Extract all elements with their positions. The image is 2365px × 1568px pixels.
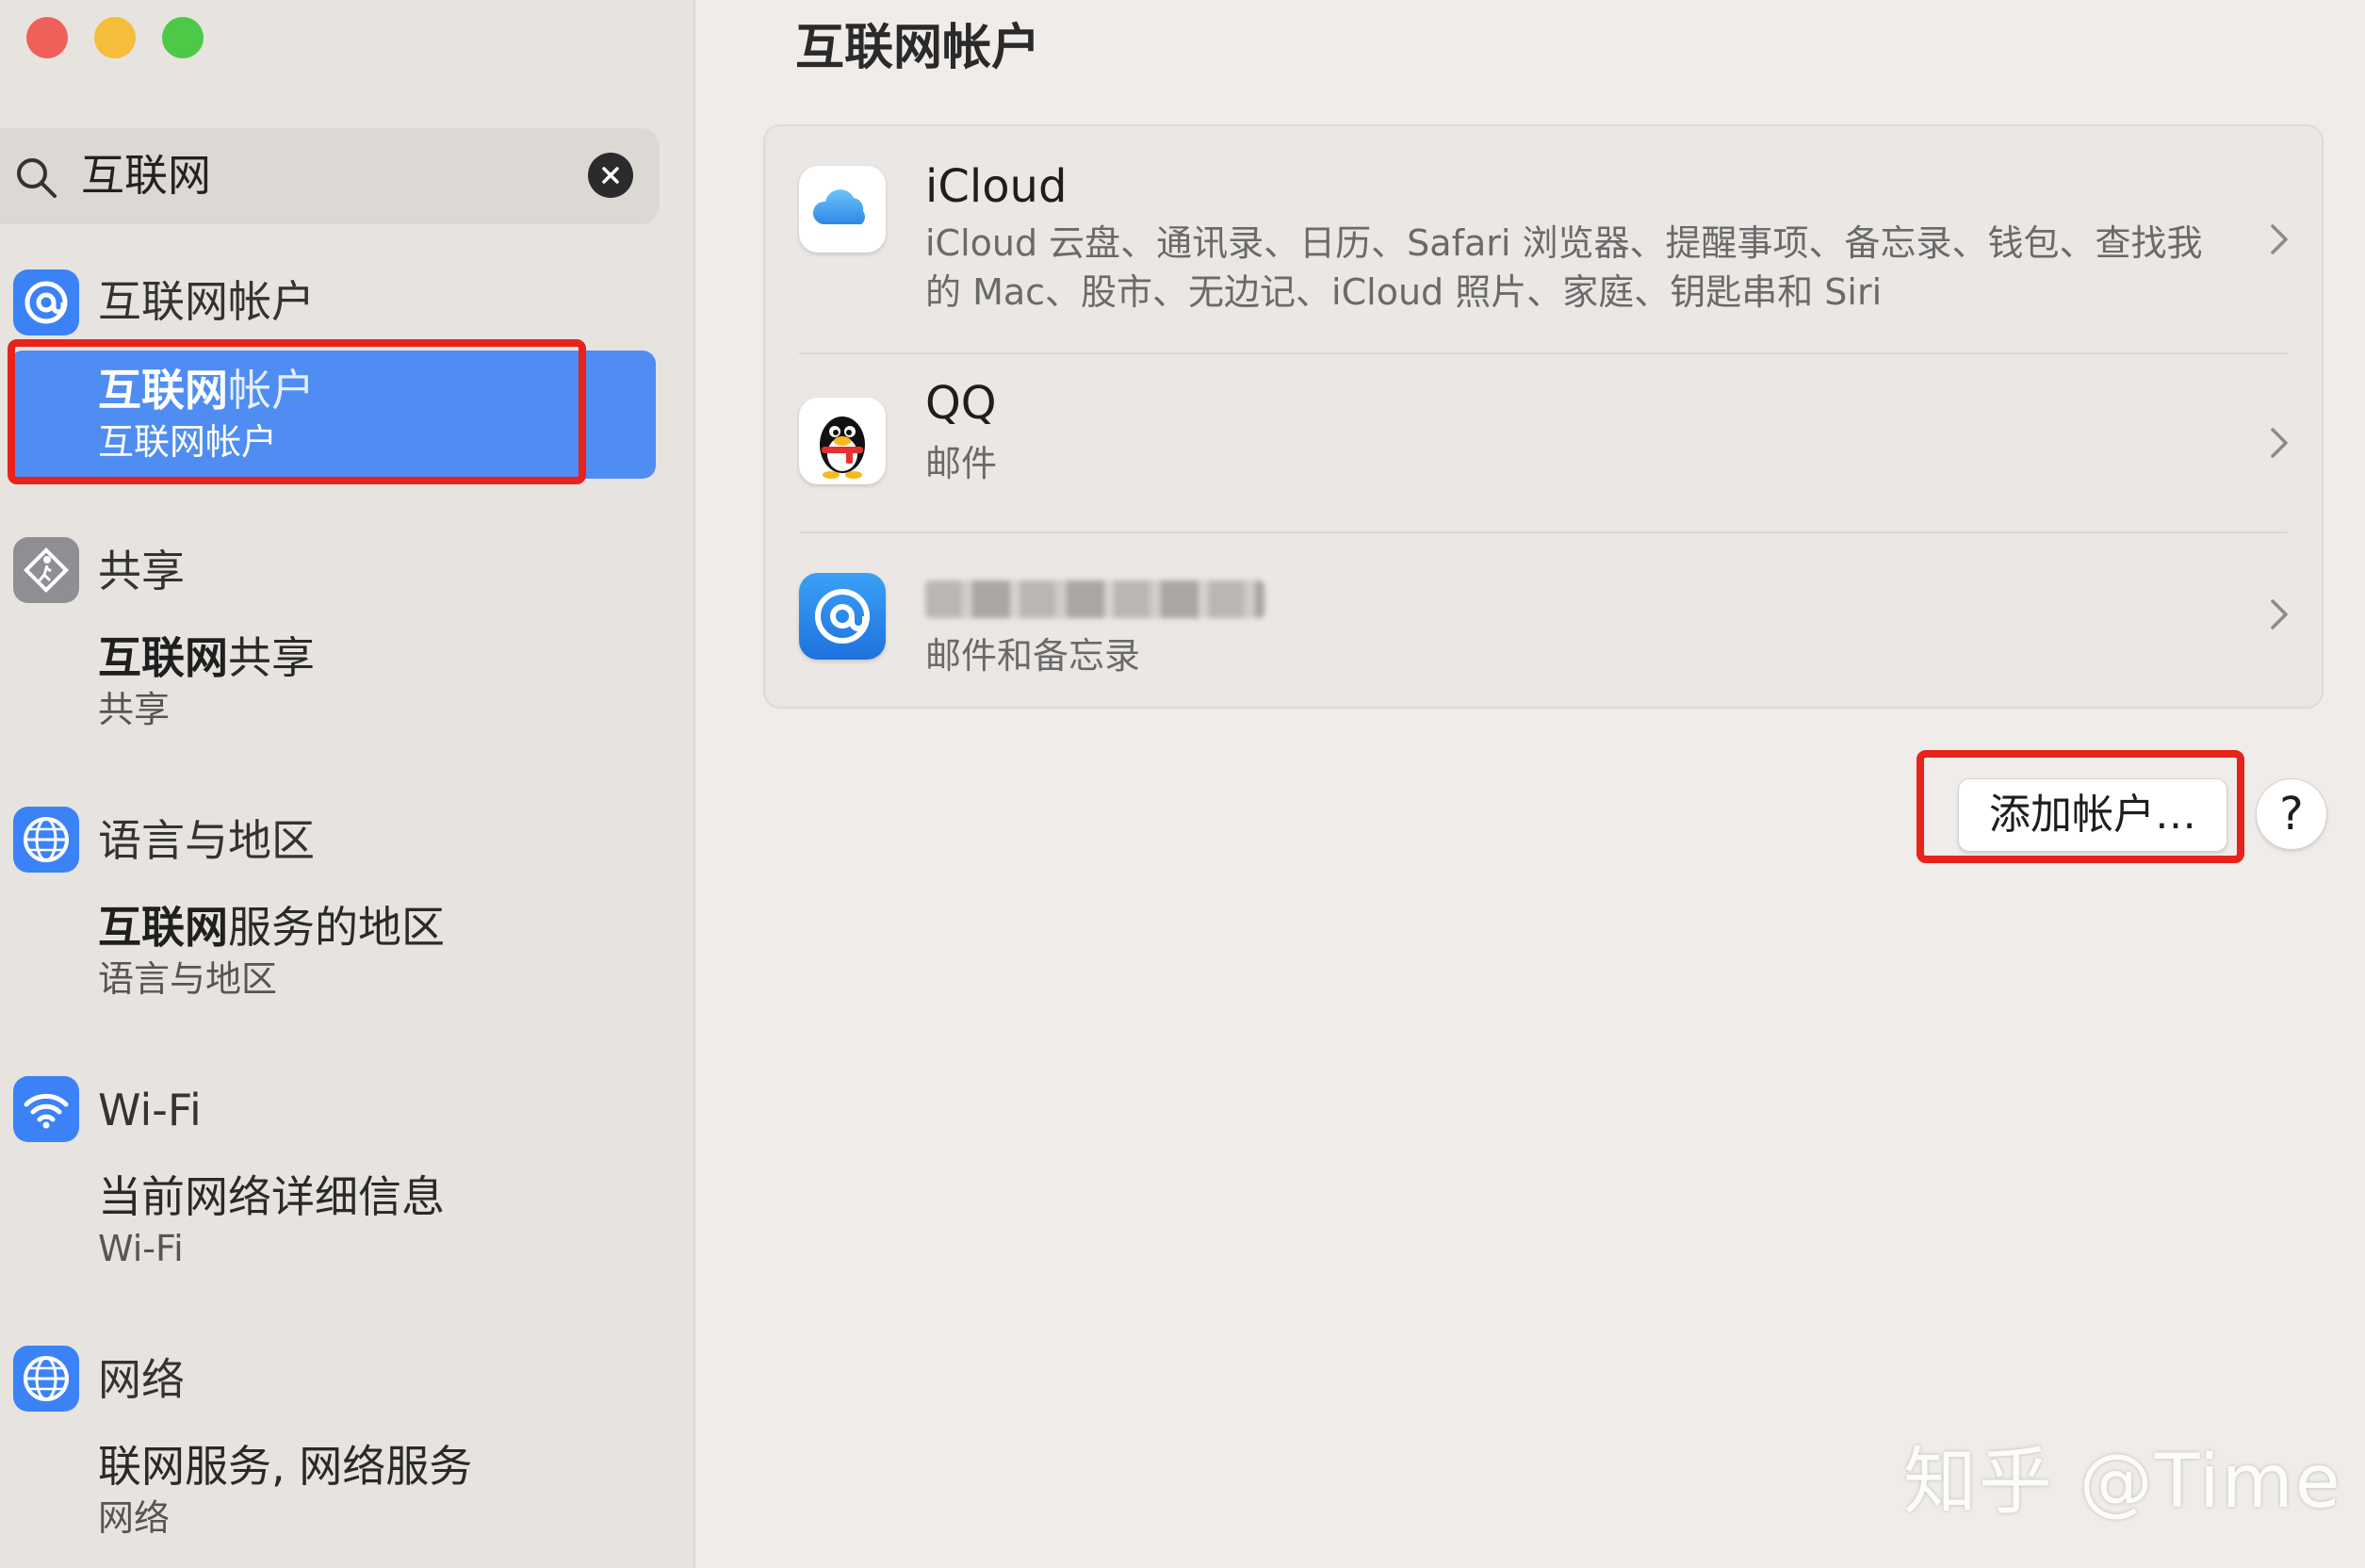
section-title-internet-accounts: 互联网帐户 — [98, 276, 315, 327]
at-icon — [13, 270, 79, 335]
account-description: iCloud 云盘、通讯录、日历、Safari 浏览器、提醒事项、备忘录、钱包、… — [925, 222, 2203, 313]
sidebar-item-current-network-details[interactable]: 当前网络详细信息 — [98, 1170, 445, 1223]
result-subtitle: 共享 — [98, 689, 171, 730]
clear-icon[interactable] — [588, 153, 633, 198]
red-highlight-box — [8, 339, 586, 484]
minimize-window-button[interactable] — [94, 17, 136, 58]
chevron-right-icon — [2271, 599, 2288, 629]
section-title-sharing: 共享 — [98, 546, 185, 596]
account-name: QQ — [925, 377, 997, 430]
account-row-mail[interactable]: 邮件和备忘录 — [765, 533, 2322, 709]
sidebar-item-network-services[interactable]: 联网服务, 网络服务 — [98, 1440, 472, 1493]
close-window-button[interactable] — [26, 17, 68, 58]
account-row-qq[interactable]: QQ 邮件 — [765, 354, 2322, 531]
search-field[interactable]: 互联网 — [0, 128, 660, 224]
zoom-window-button[interactable] — [162, 17, 204, 58]
qq-penguin-icon — [799, 398, 886, 484]
watermark: 知乎 @Time — [1903, 1440, 2342, 1525]
sharing-icon — [13, 537, 79, 603]
chevron-right-icon — [2271, 428, 2288, 458]
red-highlight-box — [1916, 750, 2244, 863]
section-title-wifi: Wi-Fi — [98, 1085, 202, 1135]
search-icon — [17, 158, 57, 198]
result-subtitle: 网络 — [98, 1497, 171, 1539]
help-button[interactable]: ? — [2256, 778, 2327, 850]
accounts-list: iCloud iCloud 云盘、通讯录、日历、Safari 浏览器、提醒事项、… — [763, 124, 2324, 709]
account-row-icloud[interactable]: iCloud iCloud 云盘、通讯录、日历、Safari 浏览器、提醒事项、… — [765, 126, 2322, 352]
account-name: iCloud — [925, 160, 1068, 213]
sidebar-item-internet-sharing[interactable]: 互联网共享 — [98, 631, 315, 684]
chevron-right-icon — [2271, 224, 2288, 254]
page-title: 互联网帐户 — [795, 20, 1041, 76]
result-subtitle: 语言与地区 — [98, 958, 278, 1000]
search-input[interactable]: 互联网 — [81, 147, 211, 204]
section-title-language-region: 语言与地区 — [98, 815, 315, 866]
sidebar: 互联网 互联网帐户 互联网帐户 互联网帐户 共享 互联网共享 共享 语言与地区 … — [0, 0, 695, 1568]
wifi-icon — [13, 1076, 79, 1142]
section-title-network: 网络 — [98, 1354, 185, 1405]
network-globe-icon — [13, 1346, 79, 1412]
account-description: 邮件 — [925, 443, 998, 484]
redacted-account-name — [925, 580, 1264, 618]
at-mail-icon — [799, 573, 886, 660]
globe-icon — [13, 807, 79, 873]
result-subtitle: Wi-Fi — [98, 1228, 184, 1269]
account-description: 邮件和备忘录 — [925, 635, 1141, 677]
sidebar-item-internet-services-region[interactable]: 互联网服务的地区 — [98, 901, 445, 954]
icloud-icon — [799, 166, 886, 253]
